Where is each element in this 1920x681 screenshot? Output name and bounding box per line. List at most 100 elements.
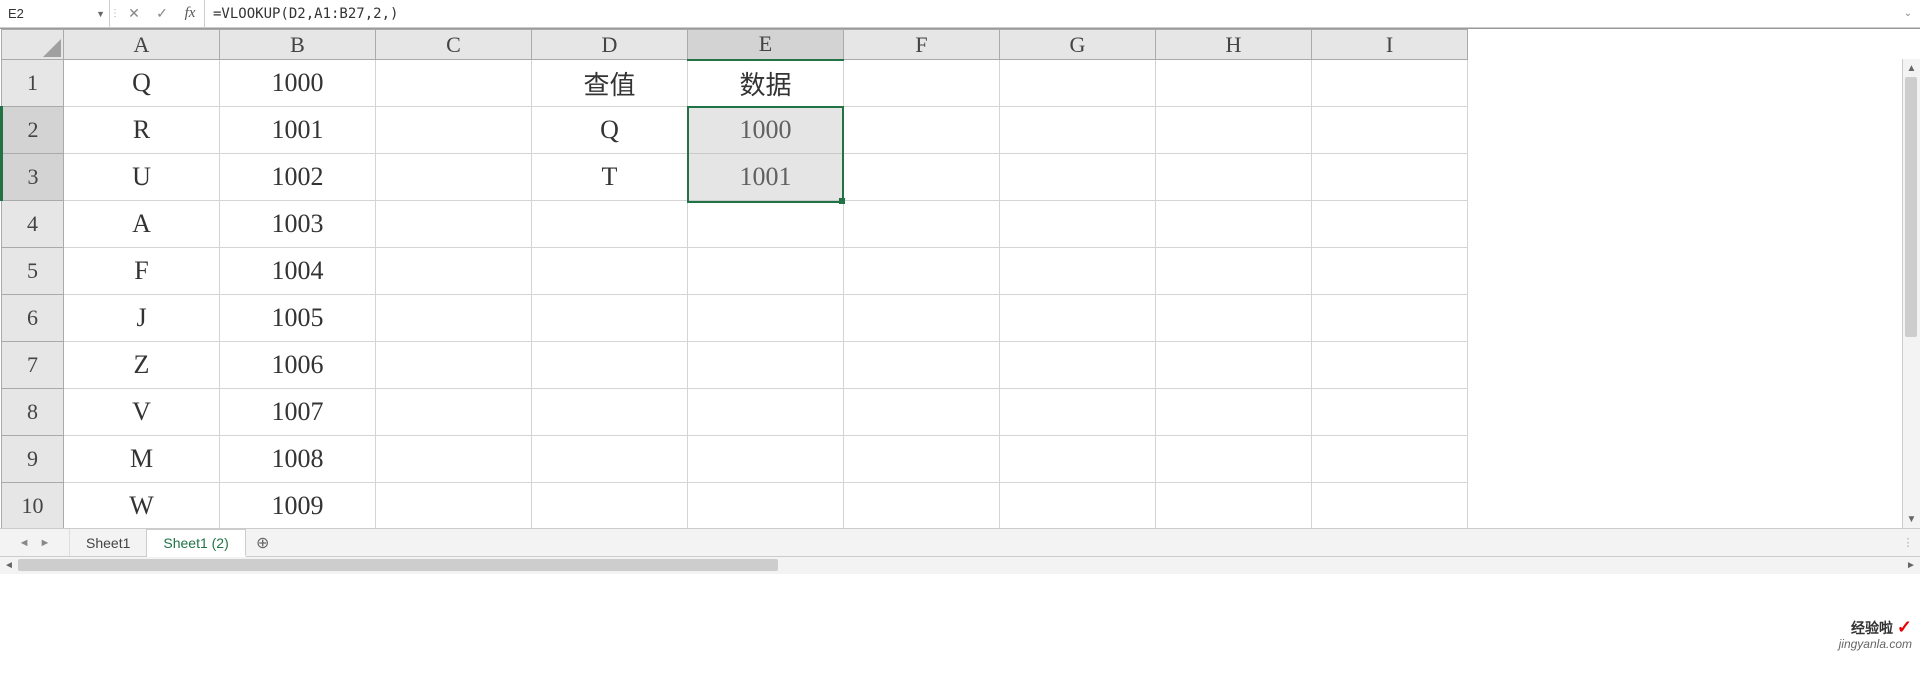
cell-F6[interactable] [844, 295, 1000, 342]
cell-I1[interactable] [1312, 60, 1468, 107]
row-header-8[interactable]: 8 [2, 389, 64, 436]
cell-C2[interactable] [376, 107, 532, 154]
cell-C3[interactable] [376, 154, 532, 201]
cell-C1[interactable] [376, 60, 532, 107]
row-header-1[interactable]: 1 [2, 60, 64, 107]
cell-E9[interactable] [688, 436, 844, 483]
cell-F9[interactable] [844, 436, 1000, 483]
cell-E3[interactable]: 1001 [688, 154, 844, 201]
cell-D4[interactable] [532, 201, 688, 248]
col-header-G[interactable]: G [1000, 30, 1156, 60]
cell-E2[interactable]: 1000 [688, 107, 844, 154]
row-header-10[interactable]: 10 [2, 483, 64, 529]
cell-G1[interactable] [1000, 60, 1156, 107]
cell-A6[interactable]: J [64, 295, 220, 342]
cell-C4[interactable] [376, 201, 532, 248]
cell-D10[interactable] [532, 483, 688, 529]
cell-A9[interactable]: M [64, 436, 220, 483]
hscroll-thumb[interactable] [18, 559, 778, 571]
cell-D8[interactable] [532, 389, 688, 436]
col-header-A[interactable]: A [64, 30, 220, 60]
cell-H6[interactable] [1156, 295, 1312, 342]
add-sheet-button[interactable]: ⊕ [246, 529, 280, 556]
row-header-2[interactable]: 2 [2, 107, 64, 154]
cell-B7[interactable]: 1006 [220, 342, 376, 389]
row-header-3[interactable]: 3 [2, 154, 64, 201]
cell-I7[interactable] [1312, 342, 1468, 389]
cell-A8[interactable]: V [64, 389, 220, 436]
row-header-4[interactable]: 4 [2, 201, 64, 248]
cancel-formula-button[interactable]: ✕ [120, 0, 148, 27]
cell-C9[interactable] [376, 436, 532, 483]
cell-G10[interactable] [1000, 483, 1156, 529]
cell-B5[interactable]: 1004 [220, 248, 376, 295]
tab-next-icon[interactable]: ► [40, 537, 51, 549]
vscroll-thumb[interactable] [1905, 77, 1917, 337]
tab-nav-buttons[interactable]: ◄ ► [0, 529, 70, 556]
col-header-D[interactable]: D [532, 30, 688, 60]
select-all-corner[interactable] [2, 30, 64, 60]
cell-C8[interactable] [376, 389, 532, 436]
cell-E4[interactable] [688, 201, 844, 248]
cell-F2[interactable] [844, 107, 1000, 154]
cell-C7[interactable] [376, 342, 532, 389]
cell-D9[interactable] [532, 436, 688, 483]
sheet-tab-1[interactable]: Sheet1 [70, 529, 147, 556]
cell-I10[interactable] [1312, 483, 1468, 529]
cell-H9[interactable] [1156, 436, 1312, 483]
cell-H8[interactable] [1156, 389, 1312, 436]
confirm-formula-button[interactable]: ✓ [148, 0, 176, 27]
cell-F10[interactable] [844, 483, 1000, 529]
name-box-dropdown-icon[interactable]: ▼ [96, 9, 105, 19]
cell-I9[interactable] [1312, 436, 1468, 483]
cell-C6[interactable] [376, 295, 532, 342]
cell-B4[interactable]: 1003 [220, 201, 376, 248]
cell-H4[interactable] [1156, 201, 1312, 248]
row-header-7[interactable]: 7 [2, 342, 64, 389]
tab-prev-icon[interactable]: ◄ [19, 537, 30, 549]
cell-A7[interactable]: Z [64, 342, 220, 389]
horizontal-scrollbar[interactable]: ◄ ► [0, 556, 1920, 574]
row-header-5[interactable]: 5 [2, 248, 64, 295]
cell-A2[interactable]: R [64, 107, 220, 154]
cell-G9[interactable] [1000, 436, 1156, 483]
formula-bar-expand-icon[interactable]: ⌄ [1896, 0, 1920, 27]
cell-B2[interactable]: 1001 [220, 107, 376, 154]
col-header-I[interactable]: I [1312, 30, 1468, 60]
cell-E5[interactable] [688, 248, 844, 295]
cell-A4[interactable]: A [64, 201, 220, 248]
cell-H3[interactable] [1156, 154, 1312, 201]
hscroll-track[interactable] [18, 557, 1902, 574]
cell-I5[interactable] [1312, 248, 1468, 295]
row-header-6[interactable]: 6 [2, 295, 64, 342]
col-header-E[interactable]: E [688, 30, 844, 60]
name-box[interactable]: E2 ▼ [0, 0, 110, 27]
cell-G2[interactable] [1000, 107, 1156, 154]
col-header-F[interactable]: F [844, 30, 1000, 60]
cell-I6[interactable] [1312, 295, 1468, 342]
cell-E7[interactable] [688, 342, 844, 389]
cell-B6[interactable]: 1005 [220, 295, 376, 342]
cell-G7[interactable] [1000, 342, 1156, 389]
cell-A3[interactable]: U [64, 154, 220, 201]
row-header-9[interactable]: 9 [2, 436, 64, 483]
cell-E10[interactable] [688, 483, 844, 529]
insert-function-button[interactable]: fx [176, 0, 204, 27]
cell-I8[interactable] [1312, 389, 1468, 436]
cell-I3[interactable] [1312, 154, 1468, 201]
cell-G6[interactable] [1000, 295, 1156, 342]
cell-G4[interactable] [1000, 201, 1156, 248]
scroll-down-icon[interactable]: ▼ [1903, 510, 1920, 528]
cell-A1[interactable]: Q [64, 60, 220, 107]
cell-D3[interactable]: T [532, 154, 688, 201]
cell-D2[interactable]: Q [532, 107, 688, 154]
cell-A5[interactable]: F [64, 248, 220, 295]
cell-B1[interactable]: 1000 [220, 60, 376, 107]
vscroll-track[interactable] [1903, 77, 1920, 510]
cell-B9[interactable]: 1008 [220, 436, 376, 483]
cell-D5[interactable] [532, 248, 688, 295]
spreadsheet-grid[interactable]: A B C D E F G H I 1 Q 1000 查值 数据 2 R 100… [0, 28, 1920, 528]
cell-D7[interactable] [532, 342, 688, 389]
cell-C10[interactable] [376, 483, 532, 529]
scroll-up-icon[interactable]: ▲ [1903, 59, 1920, 77]
